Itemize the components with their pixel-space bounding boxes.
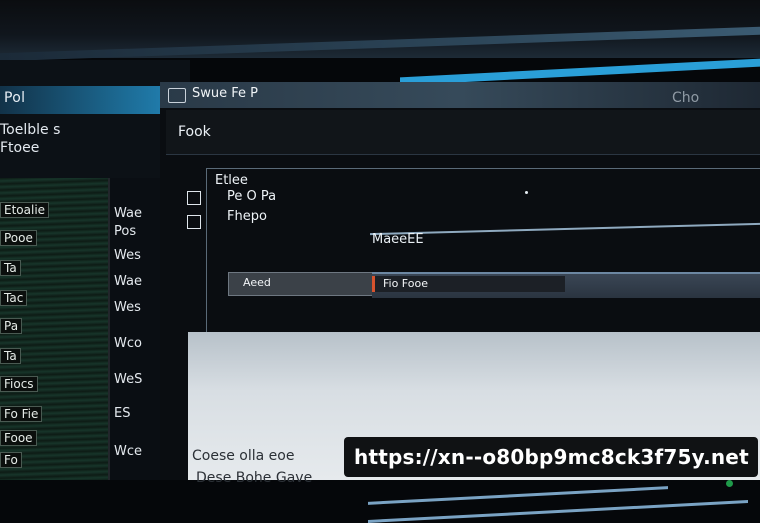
waveform-panel: Etoalie Pooe Ta Tac Pa Ta Fiocs Fo Fie F…: [0, 178, 110, 480]
main-window-titlebar[interactable]: Swue Fe P Cho: [160, 82, 760, 108]
side-label: Wae: [114, 274, 142, 289]
indicator-dot-icon: [525, 191, 528, 194]
status-green-icon: [726, 480, 733, 487]
side-label: Wes: [114, 248, 141, 263]
window-menu-icon[interactable]: [168, 88, 186, 103]
left-menu-label[interactable]: Toelble s: [0, 122, 60, 138]
selected-entry[interactable]: Fio Fooe: [372, 276, 565, 292]
lower-text-line: Coese olla eoe: [192, 448, 295, 464]
option-row-text: Fhepo: [227, 209, 267, 224]
track-tag[interactable]: Fiocs: [0, 376, 38, 392]
progress-line: [368, 500, 748, 523]
main-dialog-window: Swue Fe P Cho Fook Etlee Pe O Pa Fhepo M…: [160, 58, 760, 523]
option-row-text: Etlee: [215, 173, 248, 188]
track-tag[interactable]: Ta: [0, 260, 21, 276]
track-tag[interactable]: Fo Fie: [0, 406, 43, 422]
side-label: Pos: [114, 224, 137, 239]
main-window-title: Swue Fe P: [192, 86, 258, 101]
dialog-menu-strip: Fook: [166, 110, 760, 155]
side-label: Wce: [114, 444, 142, 459]
url-watermark: https://xn--o80bp9mc8ck3f75y.net: [344, 437, 758, 477]
track-tag[interactable]: Ta: [0, 348, 21, 364]
side-label: Wae: [114, 206, 142, 221]
side-label: ES: [114, 406, 131, 421]
combo-value: Aeed: [243, 276, 271, 289]
options-group-box: Etlee Pe O Pa Fhepo: [187, 168, 760, 358]
side-label: WeS: [114, 372, 143, 387]
track-tag[interactable]: Fo: [0, 452, 22, 468]
lower-text-line: Dese Bohe Gave: [196, 470, 313, 486]
progress-line: [368, 486, 668, 505]
selected-entry-text: Fio Fooe: [383, 277, 428, 290]
column-header: MaeeEE: [372, 232, 424, 247]
url-text: https://xn--o80bp9mc8ck3f75y.net: [354, 445, 749, 469]
track-tag[interactable]: Pa: [0, 318, 23, 334]
track-tag[interactable]: Etoalie: [0, 202, 50, 218]
option-row-text: Pe O Pa: [227, 189, 277, 204]
option-checkbox[interactable]: [187, 215, 201, 229]
corner-label: Cho: [672, 90, 700, 106]
track-tag[interactable]: Tac: [0, 290, 28, 306]
option-checkbox[interactable]: [187, 191, 201, 205]
track-tag[interactable]: Fooe: [0, 430, 37, 446]
parameter-combo[interactable]: Aeed: [228, 272, 376, 296]
left-sub-label: Ftoee: [0, 140, 40, 156]
side-label: Wco: [114, 336, 142, 351]
parameter-field[interactable]: Fio Fooe: [372, 272, 760, 298]
dialog-menu-label[interactable]: Fook: [178, 124, 211, 140]
side-label: Wes: [114, 300, 141, 315]
left-window-title: Pol: [4, 90, 26, 106]
track-tag[interactable]: Pooe: [0, 230, 37, 246]
